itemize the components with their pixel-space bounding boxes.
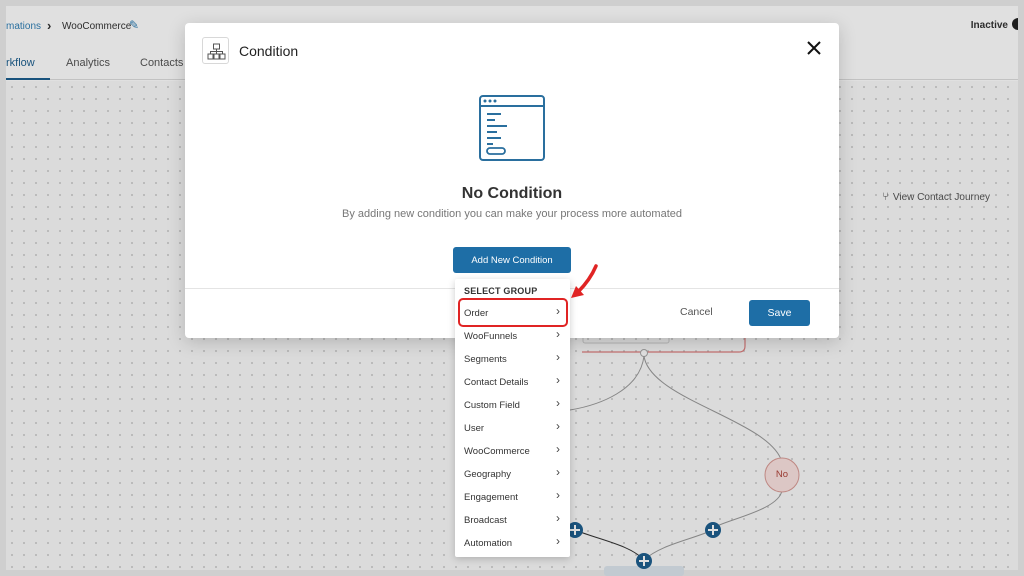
close-icon[interactable]: [805, 39, 823, 57]
group-item-label: Segments: [464, 354, 507, 365]
group-item-label: WooCommerce: [464, 446, 530, 457]
chevron-right-icon: ›: [556, 488, 560, 502]
modal-title: Condition: [239, 43, 299, 59]
highlight-box: [458, 298, 568, 327]
group-item-label: Engagement: [464, 492, 518, 503]
chevron-right-icon: ›: [556, 465, 560, 479]
modal-header: Condition: [185, 23, 839, 79]
group-item-label: Automation: [464, 538, 513, 549]
annotation-arrow-icon: [571, 264, 598, 298]
group-item-custom-field[interactable]: Custom Field ›: [455, 394, 570, 417]
empty-condition-illustration-icon: [479, 95, 545, 161]
chevron-right-icon: ›: [556, 396, 560, 410]
group-item-segments[interactable]: Segments ›: [455, 348, 570, 371]
chevron-right-icon: ›: [556, 350, 560, 364]
group-item-label: Broadcast: [464, 515, 507, 526]
add-new-condition-button[interactable]: Add New Condition: [453, 247, 571, 273]
group-item-label: WooFunnels: [464, 331, 518, 342]
cancel-button[interactable]: Cancel: [680, 306, 713, 318]
chevron-right-icon: ›: [556, 327, 560, 341]
chevron-right-icon: ›: [556, 419, 560, 433]
group-item-woofunnels[interactable]: WooFunnels ›: [455, 325, 570, 348]
sitemap-icon: [202, 37, 229, 64]
group-item-contact-details[interactable]: Contact Details ›: [455, 371, 570, 394]
group-item-label: User: [464, 423, 485, 434]
group-item-label: Geography: [464, 469, 512, 480]
chevron-right-icon: ›: [556, 511, 560, 525]
empty-state-description: By adding new condition you can make you…: [342, 208, 682, 220]
dropdown-header: SELECT GROUP: [464, 286, 538, 296]
group-item-label: Custom Field: [464, 400, 520, 411]
group-item-geography[interactable]: Geography ›: [455, 463, 570, 486]
group-item-label: Contact Details: [464, 377, 529, 388]
empty-state-title: No Condition: [461, 185, 563, 202]
group-item-user[interactable]: User ›: [455, 417, 570, 440]
chevron-right-icon: ›: [556, 373, 560, 387]
chevron-right-icon: ›: [556, 534, 560, 548]
save-button[interactable]: Save: [749, 300, 810, 326]
group-item-engagement[interactable]: Engagement ›: [455, 486, 570, 509]
group-item-broadcast[interactable]: Broadcast ›: [455, 509, 570, 532]
group-item-woocommerce[interactable]: WooCommerce ›: [455, 440, 570, 463]
chevron-right-icon: ›: [556, 442, 560, 456]
group-item-automation[interactable]: Automation ›: [455, 532, 570, 555]
